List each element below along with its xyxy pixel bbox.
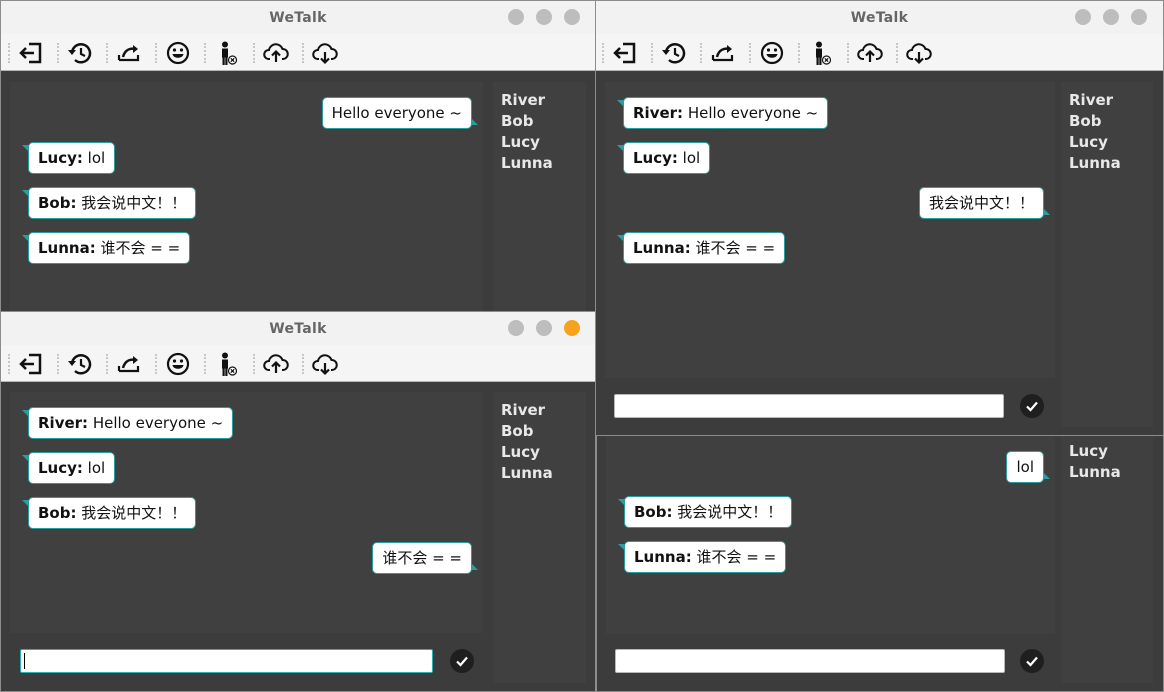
chat-area[interactable]: Hello everyone ~ Lucy: lol Bob: 我会说中文！！ …: [10, 82, 483, 319]
exit-icon[interactable]: [602, 39, 640, 67]
user-list-item[interactable]: Lucy: [501, 133, 540, 151]
share-icon[interactable]: [700, 39, 738, 67]
message-bubble-own: 我会说中文！！: [918, 187, 1051, 219]
upload-icon[interactable]: [253, 39, 291, 67]
minimize-button[interactable]: [1075, 9, 1091, 25]
history-icon[interactable]: [57, 39, 95, 67]
user-list-item[interactable]: Bob: [501, 422, 533, 440]
message-bubble: River: Hello everyone ~: [21, 407, 234, 439]
message-bubble-own: lol: [1006, 451, 1050, 483]
user-list: Lucy Lunna: [1061, 421, 1153, 683]
window-title: WeTalk: [269, 10, 327, 26]
upload-icon[interactable]: [847, 39, 885, 67]
message-bubble: Lucy: lol: [21, 452, 116, 484]
minimize-button[interactable]: [508, 320, 524, 336]
user-status-icon[interactable]: [204, 350, 242, 378]
download-icon[interactable]: [896, 39, 934, 67]
user-status-icon[interactable]: [798, 39, 836, 67]
toolbar: [1, 345, 595, 382]
message-input[interactable]: [20, 649, 433, 673]
user-list: River Bob Lucy Lunna: [493, 82, 586, 319]
maximize-button[interactable]: [536, 9, 552, 25]
window-title: WeTalk: [269, 321, 327, 337]
message-input[interactable]: [614, 394, 1004, 418]
chat-window-bob: WeTalk River: Hello everyone ~ Lucy: lol…: [595, 0, 1164, 436]
share-icon[interactable]: [106, 39, 144, 67]
user-list: River Bob Lucy Lunna: [1061, 82, 1153, 427]
message-bubble: Bob: 我会说中文！！: [21, 497, 197, 529]
user-list-item[interactable]: Lunna: [1069, 463, 1121, 481]
history-icon[interactable]: [651, 39, 689, 67]
title-bar[interactable]: WeTalk: [596, 1, 1163, 34]
user-list-item[interactable]: River: [1069, 91, 1113, 109]
close-button[interactable]: [564, 9, 580, 25]
message-bubble-own: Hello everyone ~: [321, 97, 479, 129]
toolbar: [1, 34, 595, 71]
download-icon[interactable]: [302, 350, 340, 378]
user-list-item[interactable]: Lucy: [1069, 442, 1108, 460]
message-bubble: Bob: 我会说中文！！: [617, 496, 793, 528]
user-status-icon[interactable]: [204, 39, 242, 67]
exit-icon[interactable]: [8, 350, 46, 378]
emoji-icon[interactable]: [749, 39, 787, 67]
title-bar[interactable]: WeTalk: [1, 1, 595, 34]
message-input[interactable]: [615, 649, 1005, 673]
user-list-item[interactable]: Bob: [1069, 112, 1101, 130]
chat-area[interactable]: River: Hello everyone ~ Lucy: lol Bob: 我…: [10, 392, 483, 633]
history-icon[interactable]: [57, 350, 95, 378]
chat-window-lucy: lol Bob: 我会说中文！！ Lunna: 谁不会 = = Lucy Lun…: [596, 420, 1164, 692]
message-bubble: Lunna: 谁不会 = =: [616, 232, 786, 264]
close-button[interactable]: [564, 320, 580, 336]
user-list-item[interactable]: River: [501, 91, 545, 109]
maximize-button[interactable]: [1103, 9, 1119, 25]
message-bubble-own: 谁不会 = =: [372, 542, 478, 574]
message-bubble: Lunna: 谁不会 = =: [617, 541, 787, 573]
user-list-item[interactable]: Lunna: [501, 154, 553, 172]
send-button[interactable]: [450, 649, 474, 673]
toolbar: [596, 34, 1163, 71]
minimize-button[interactable]: [508, 9, 524, 25]
message-bubble: River: Hello everyone ~: [616, 97, 829, 129]
user-list-item[interactable]: Bob: [501, 112, 533, 130]
exit-icon[interactable]: [8, 39, 46, 67]
chat-window-river: WeTalk Hello everyone ~ Lucy: lol Bob: 我…: [0, 0, 596, 320]
chat-window-lunna: WeTalk River: Hello everyone ~ Lucy: lol…: [0, 311, 596, 692]
maximize-button[interactable]: [536, 320, 552, 336]
message-bubble: Bob: 我会说中文！！: [21, 187, 197, 219]
upload-icon[interactable]: [253, 350, 291, 378]
chat-area[interactable]: River: Hello everyone ~ Lucy: lol 我会说中文！…: [605, 82, 1055, 378]
share-icon[interactable]: [106, 350, 144, 378]
user-list-item[interactable]: River: [501, 401, 545, 419]
title-bar[interactable]: WeTalk: [1, 312, 595, 345]
chat-area[interactable]: lol Bob: 我会说中文！！ Lunna: 谁不会 = =: [606, 421, 1055, 634]
message-bubble: Lucy: lol: [21, 142, 116, 174]
message-bubble: Lucy: lol: [616, 142, 711, 174]
message-bubble: Lunna: 谁不会 = =: [21, 232, 191, 264]
emoji-icon[interactable]: [155, 39, 193, 67]
checkmark-icon: [456, 656, 468, 667]
user-list-item[interactable]: Lunna: [1069, 154, 1121, 172]
send-button[interactable]: [1020, 649, 1044, 673]
user-list-item[interactable]: Lunna: [501, 464, 553, 482]
desktop: WeTalk Hello everyone ~ Lucy: lol Bob: 我…: [0, 0, 1164, 692]
user-list-item[interactable]: Lucy: [1069, 133, 1108, 151]
emoji-icon[interactable]: [155, 350, 193, 378]
download-icon[interactable]: [302, 39, 340, 67]
checkmark-icon: [1026, 401, 1038, 412]
text-caret: [24, 653, 25, 669]
checkmark-icon: [1026, 656, 1038, 667]
send-button[interactable]: [1020, 394, 1044, 418]
close-button[interactable]: [1131, 9, 1147, 25]
user-list: River Bob Lucy Lunna: [493, 392, 586, 683]
user-list-item[interactable]: Lucy: [501, 443, 540, 461]
